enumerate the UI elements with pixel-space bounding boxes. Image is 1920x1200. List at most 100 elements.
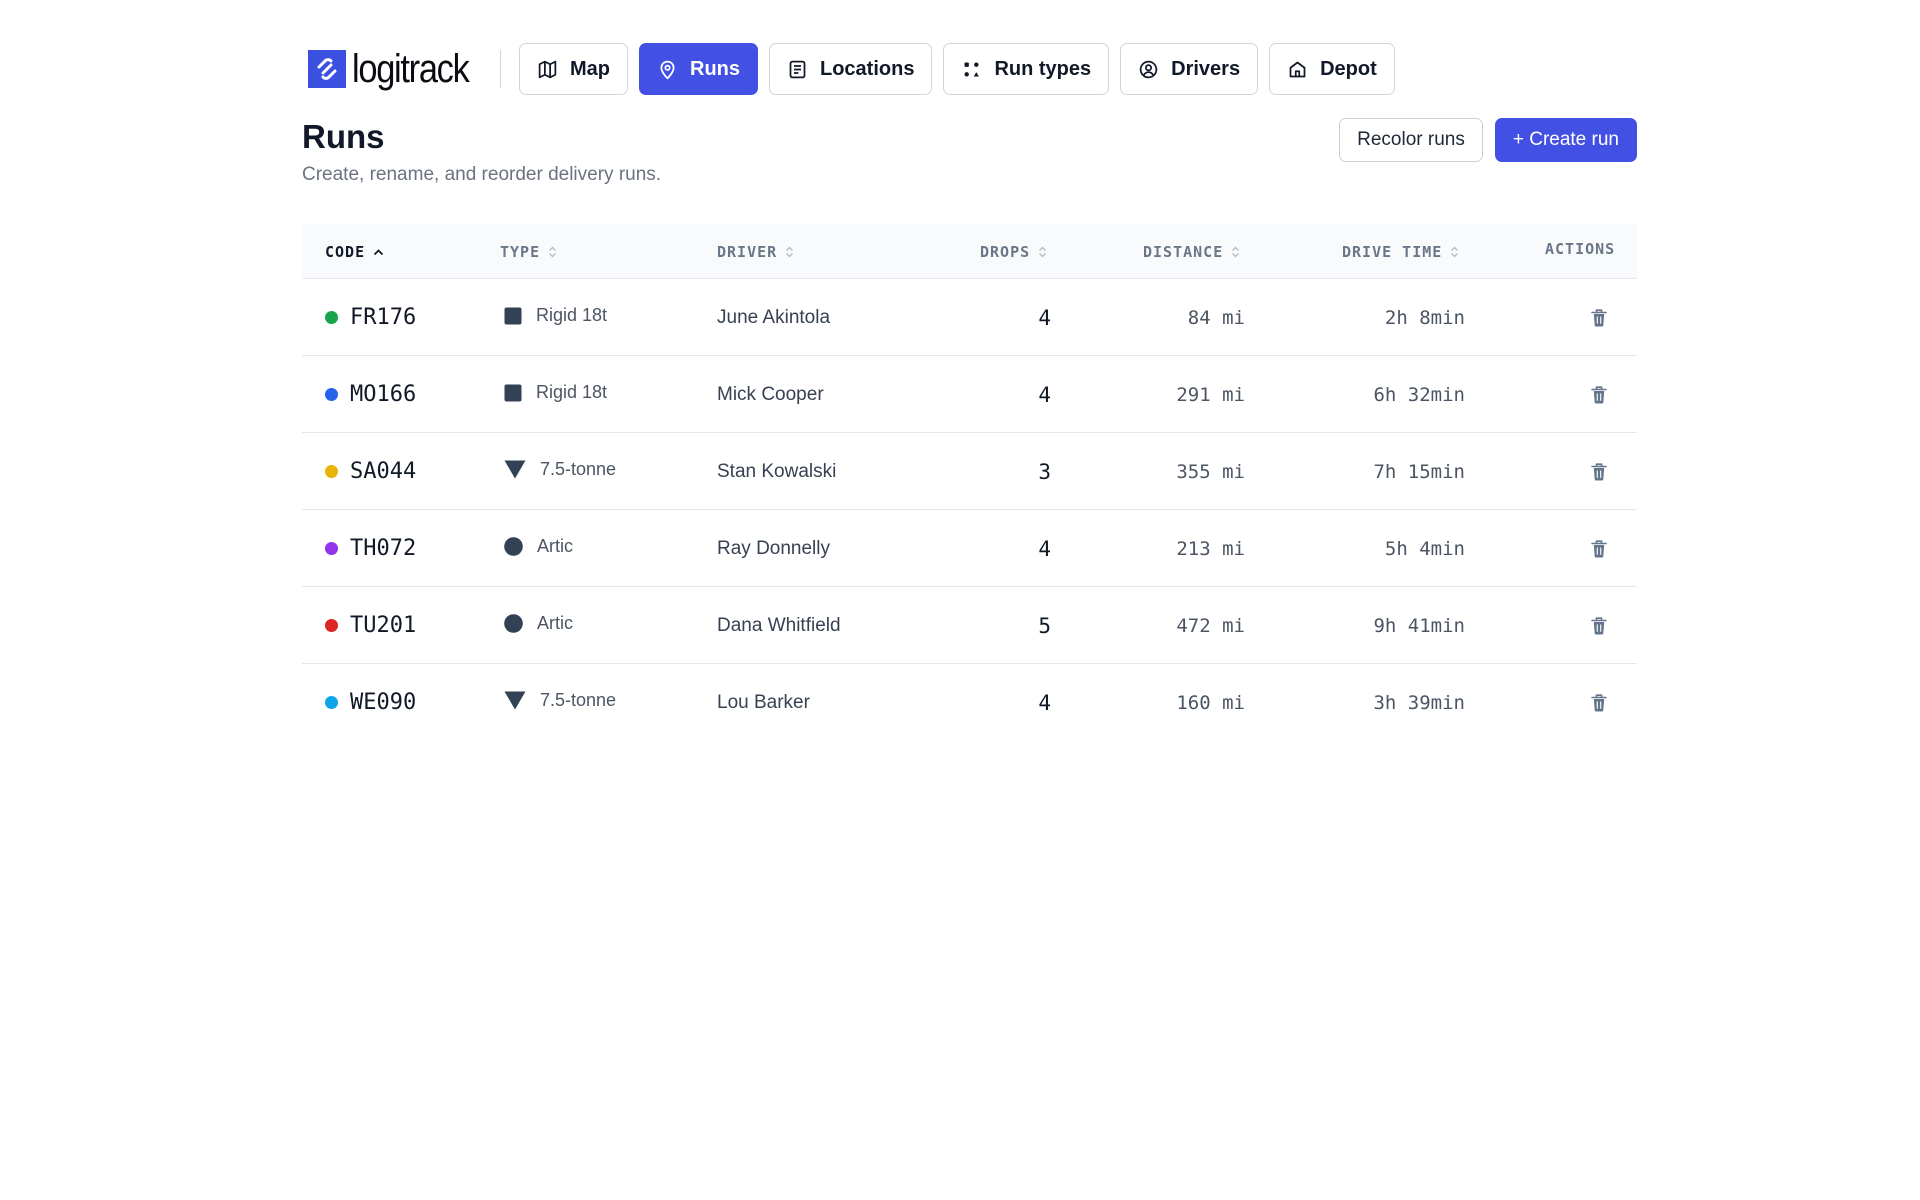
delete-run-button[interactable] bbox=[1582, 664, 1616, 741]
table-body: FR176 Rigid 18t June Akintola 4 84 mi 2h 8min… bbox=[302, 279, 1637, 741]
run-color-dot bbox=[325, 311, 338, 324]
cell-drops: 5 bbox=[1038, 587, 1051, 664]
column-header-drops[interactable]: DROPS bbox=[980, 224, 1047, 279]
distance-value: 84 mi bbox=[1187, 306, 1245, 329]
cell-distance: 355 mi bbox=[1176, 433, 1245, 510]
nav-runs-button[interactable]: Runs bbox=[639, 43, 758, 95]
run-code: TH072 bbox=[350, 536, 417, 561]
nav-drivers-button[interactable]: Drivers bbox=[1120, 43, 1259, 95]
column-label-driver: DRIVER bbox=[717, 242, 778, 261]
table-row[interactable]: WE090 7.5-tonne Lou Barker 4 160 mi 3h 39min bbox=[302, 664, 1637, 741]
table-header: CODE TYPE DRIVER DROPS DISTANCE DRIVE TI… bbox=[302, 224, 1637, 279]
nav-drivers-label: Drivers bbox=[1171, 57, 1241, 80]
delete-run-button[interactable] bbox=[1582, 279, 1616, 356]
cell-code[interactable]: TU201 bbox=[325, 587, 416, 664]
cell-drops: 4 bbox=[1038, 356, 1051, 433]
distance-value: 160 mi bbox=[1176, 691, 1245, 714]
cell-type: Artic bbox=[504, 508, 573, 585]
column-header-drive-time[interactable]: DRIVE TIME bbox=[1342, 224, 1459, 279]
drive-time-value: 9h 41min bbox=[1373, 614, 1465, 637]
nav-locations-button[interactable]: Locations bbox=[769, 43, 933, 95]
cell-driver: Stan Kowalski bbox=[717, 433, 836, 510]
table-row[interactable]: SA044 7.5-tonne Stan Kowalski 3 355 mi 7h 15m… bbox=[302, 433, 1637, 510]
drive-time-value: 7h 15min bbox=[1373, 460, 1465, 483]
sort-icon bbox=[1039, 246, 1047, 257]
run-type: Rigid 18t bbox=[536, 305, 608, 325]
circle-icon bbox=[504, 614, 523, 633]
cell-driver: June Akintola bbox=[717, 279, 830, 356]
drive-time-value: 2h 8min bbox=[1384, 306, 1465, 329]
cell-code[interactable]: TH072 bbox=[325, 510, 416, 587]
column-header-distance[interactable]: DISTANCE bbox=[1143, 224, 1240, 279]
nav-map-label: Map bbox=[570, 57, 610, 80]
run-color-dot bbox=[325, 465, 338, 478]
cell-driver: Lou Barker bbox=[717, 664, 810, 741]
cell-drops: 3 bbox=[1038, 433, 1051, 510]
cell-drive-time: 9h 41min bbox=[1373, 587, 1465, 664]
triangle-icon bbox=[504, 460, 526, 479]
cell-distance: 291 mi bbox=[1176, 356, 1245, 433]
run-code: TU201 bbox=[350, 613, 417, 638]
column-header-type[interactable]: TYPE bbox=[500, 224, 557, 279]
sort-icon bbox=[1232, 246, 1240, 257]
nav-run-types-label: Run types bbox=[994, 57, 1092, 80]
column-label-actions: ACTIONS bbox=[1545, 239, 1616, 258]
logo[interactable]: logitrack bbox=[308, 43, 480, 95]
driver-name: Mick Cooper bbox=[717, 383, 824, 405]
create-run-button[interactable]: + Create run bbox=[1494, 118, 1637, 162]
run-type: 7.5-tonne bbox=[540, 690, 617, 710]
drive-time-value: 5h 4min bbox=[1384, 537, 1465, 560]
cell-code[interactable]: SA044 bbox=[325, 433, 416, 510]
cell-code[interactable]: MO166 bbox=[325, 356, 416, 433]
main-nav: Map Runs Locations Run types Drivers Dep… bbox=[519, 43, 1395, 95]
drops-count: 4 bbox=[1038, 690, 1051, 715]
nav-map-button[interactable]: Map bbox=[519, 43, 628, 95]
cell-drive-time: 7h 15min bbox=[1373, 433, 1465, 510]
table-row[interactable]: MO166 Rigid 18t Mick Cooper 4 291 mi 6h 32min bbox=[302, 356, 1637, 433]
table-row[interactable]: TH072 Artic Ray Donnelly 4 213 mi 5h 4min bbox=[302, 510, 1637, 587]
top-bar: logitrack Map Runs Locations Run types D… bbox=[308, 43, 1395, 95]
run-code: MO166 bbox=[350, 382, 417, 407]
run-code: SA044 bbox=[350, 459, 417, 484]
circle-icon bbox=[504, 537, 523, 556]
logo-text: logitrack bbox=[352, 47, 470, 91]
drops-count: 5 bbox=[1038, 613, 1051, 638]
drive-time-value: 6h 32min bbox=[1373, 383, 1465, 406]
column-label-distance: DISTANCE bbox=[1143, 242, 1224, 261]
cell-driver: Ray Donnelly bbox=[717, 510, 830, 587]
cell-driver: Dana Whitfield bbox=[717, 587, 841, 664]
cell-drops: 4 bbox=[1038, 279, 1051, 356]
delete-run-button[interactable] bbox=[1582, 510, 1616, 587]
table-row[interactable]: FR176 Rigid 18t June Akintola 4 84 mi 2h 8min bbox=[302, 279, 1637, 356]
column-label-code: CODE bbox=[325, 242, 366, 261]
column-header-code[interactable]: CODE bbox=[325, 224, 384, 279]
drops-count: 4 bbox=[1038, 536, 1051, 561]
run-type: Artic bbox=[537, 536, 573, 556]
run-color-dot bbox=[325, 696, 338, 709]
cell-type: Rigid 18t bbox=[504, 277, 607, 354]
nav-run-types-button[interactable]: Run types bbox=[943, 43, 1110, 95]
divider bbox=[500, 50, 501, 88]
cell-distance: 213 mi bbox=[1176, 510, 1245, 587]
delete-run-button[interactable] bbox=[1582, 356, 1616, 433]
column-header-actions: ACTIONS bbox=[1545, 221, 1615, 276]
user-circle-icon bbox=[1139, 60, 1158, 78]
column-header-driver[interactable]: DRIVER bbox=[717, 224, 794, 279]
recolor-runs-button[interactable]: Recolor runs bbox=[1339, 118, 1483, 162]
table-row[interactable]: TU201 Artic Dana Whitfield 5 472 mi 9h 41min bbox=[302, 587, 1637, 664]
nav-depot-button[interactable]: Depot bbox=[1269, 43, 1395, 95]
delete-run-button[interactable] bbox=[1582, 433, 1616, 510]
trash-icon bbox=[1591, 539, 1607, 558]
cell-code[interactable]: WE090 bbox=[325, 664, 416, 741]
delete-run-button[interactable] bbox=[1582, 587, 1616, 664]
column-label-drops: DROPS bbox=[980, 242, 1031, 261]
page-subtitle: Create, rename, and reorder delivery run… bbox=[302, 164, 662, 185]
cell-code[interactable]: FR176 bbox=[325, 279, 416, 356]
driver-name: Ray Donnelly bbox=[717, 537, 830, 559]
sort-icon bbox=[1451, 246, 1459, 257]
square-icon bbox=[504, 307, 522, 325]
shapes-icon bbox=[964, 62, 980, 76]
column-label-drive-time: DRIVE TIME bbox=[1342, 242, 1443, 261]
cell-drive-time: 3h 39min bbox=[1373, 664, 1465, 741]
sort-icon bbox=[549, 246, 557, 257]
